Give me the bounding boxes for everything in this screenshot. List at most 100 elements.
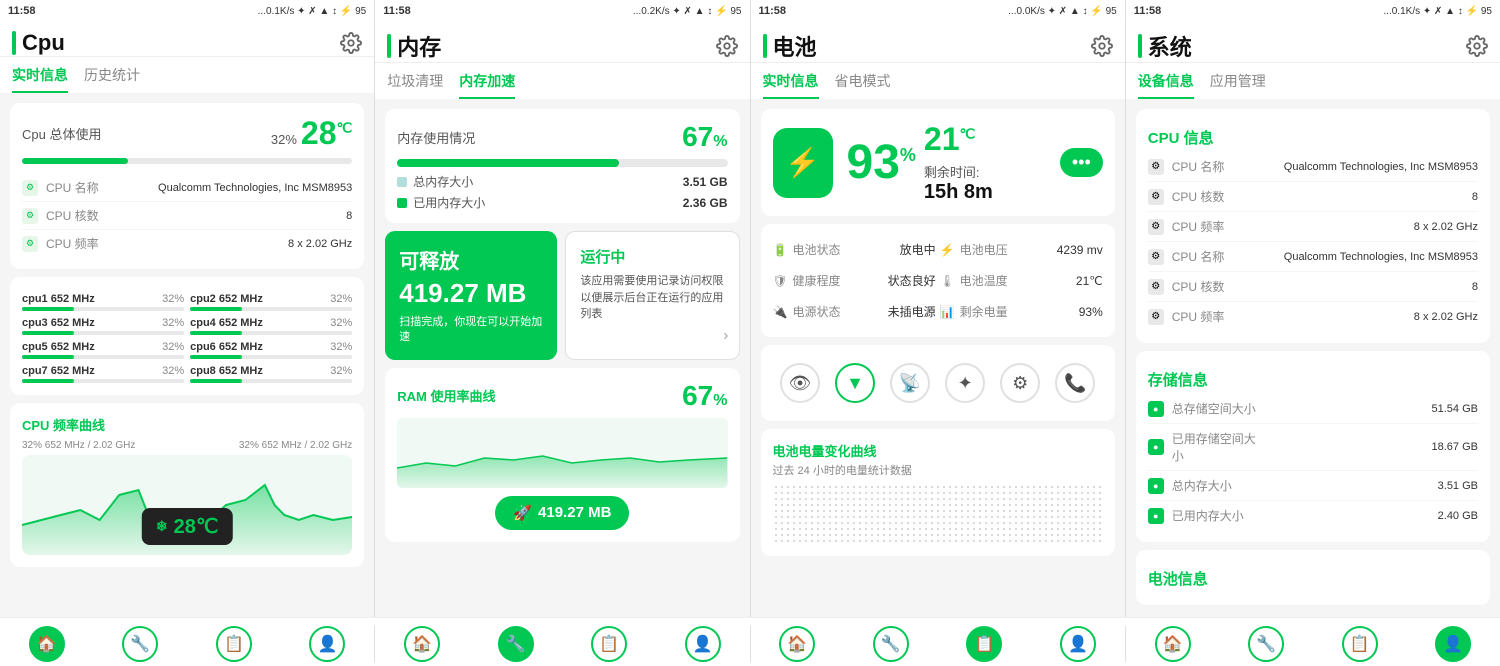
running-card[interactable]: 运行中 该应用需要使用记录访问权限以便展示后台正在运行的应用列表 › xyxy=(565,231,739,360)
mem-action-cards: 可释放 419.27 MB 扫描完成，你现在可以开始加速 运行中 该应用需要使用… xyxy=(385,231,739,360)
battery-stats-grid: 🔋 电池状态 放电中 ⚡ 电池电压 4239 mv 🛡 健康程度 状态良好 xyxy=(773,236,1103,325)
gear-icon-sys[interactable] xyxy=(1466,35,1488,57)
nav-home-mem[interactable]: 🏠 xyxy=(404,626,440,662)
toggle-wifi[interactable]: ▼ xyxy=(835,363,875,403)
bstat-state: 🔋 电池状态 放电中 xyxy=(773,236,936,263)
cpu-progress-fill xyxy=(22,158,128,164)
mem-header: 内存 xyxy=(375,22,749,63)
battery-curve-card: 电池电量变化曲线 过去 24 小时的电量统计数据 xyxy=(761,429,1115,556)
release-card[interactable]: 可释放 419.27 MB 扫描完成，你现在可以开始加速 xyxy=(385,231,557,360)
cpu-chart-title: CPU 频率曲线 xyxy=(22,415,352,434)
sys-storage-key-2: 已用存储空间大小 xyxy=(1172,430,1262,464)
bat-content: ⚡ 93% 21℃ 剩余时间: 15h 8m xyxy=(751,99,1125,617)
nav-user-bat[interactable]: 👤 xyxy=(1060,626,1096,662)
toggle-brightness[interactable]: ⚙ xyxy=(1000,363,1040,403)
temp-badge: ❄ 28℃ xyxy=(142,508,232,545)
gear-icon-bat[interactable] xyxy=(1091,35,1113,57)
bstat-state-key: 电池状态 xyxy=(793,241,841,258)
sys-tabs: 设备信息 应用管理 xyxy=(1126,63,1500,99)
tab-cpu-history[interactable]: 历史统计 xyxy=(84,57,140,93)
sys-cpu-card: CPU 信息 ⚙ CPU 名称 Qualcomm Technologies, I… xyxy=(1136,109,1490,343)
sys-cpu-key-6: CPU 频率 xyxy=(1172,308,1262,325)
nav-tool-mem[interactable]: 🔧 xyxy=(498,626,534,662)
tab-mem-clean[interactable]: 垃圾清理 xyxy=(387,63,443,99)
nav-home-cpu[interactable]: 🏠 xyxy=(29,626,65,662)
nav-user-cpu[interactable]: 👤 xyxy=(309,626,345,662)
status-icons-cpu: ...0.1K/s ✦ ✗ ▲ ↕ ⚡ 95 xyxy=(258,6,367,17)
nav-list-mem[interactable]: 📋 xyxy=(591,626,627,662)
battery-curve-title: 电池电量变化曲线 xyxy=(773,441,1103,460)
running-title: 运行中 xyxy=(580,246,724,267)
cpu-cores-grid: cpu1 652 MHz32% cpu2 652 MHz32% cpu3 652… xyxy=(22,293,352,383)
chevron-right-icon: › xyxy=(723,327,728,345)
cpu-panel: Cpu 实时信息 历史统计 Cpu 总体使用 32% 28℃ xyxy=(0,22,375,617)
tab-bat-realtime[interactable]: 实时信息 xyxy=(763,63,819,99)
system-panel: 系统 设备信息 应用管理 CPU 信息 ⚙ CPU 名称 Qualcomm Te… xyxy=(1126,22,1500,617)
sys-storage-title: 存储信息 xyxy=(1148,363,1478,394)
sys-mem-total: ● 总内存大小 3.51 GB xyxy=(1148,471,1478,501)
cpu-cores-card: cpu1 652 MHz32% cpu2 652 MHz32% cpu3 652… xyxy=(10,277,364,395)
cpu-chart-area: ❄ 28℃ xyxy=(22,455,352,555)
nav-list-sys[interactable]: 📋 xyxy=(1342,626,1378,662)
sys-title-bar xyxy=(1138,34,1142,58)
cpu-cores-key: CPU 核数 xyxy=(46,207,106,224)
bstat-power-key: 电源状态 xyxy=(793,303,841,320)
nav-tool-cpu[interactable]: 🔧 xyxy=(122,626,158,662)
tab-mem-boost[interactable]: 内存加速 xyxy=(459,63,515,99)
bstat-power: 🔌 电源状态 未插电源 xyxy=(773,298,936,325)
battery-toggles: 👁 ▼ 📡 ✦ ⚙ 📞 xyxy=(773,357,1103,409)
status-panel-bat: 11:58 ...0.0K/s ✦ ✗ ▲ ↕ ⚡ 95 xyxy=(751,0,1126,22)
bottom-nav-mem: 🏠 🔧 📋 👤 xyxy=(375,626,750,662)
sys-cpu-icon-5: ⚙ xyxy=(1148,279,1164,295)
sys-mem-val-2: 2.40 GB xyxy=(1438,510,1478,522)
nav-user-mem[interactable]: 👤 xyxy=(685,626,721,662)
nav-home-bat[interactable]: 🏠 xyxy=(779,626,815,662)
sys-storage-icon-3: ● xyxy=(1148,478,1164,494)
bat-title: 电池 xyxy=(763,30,817,62)
sys-cpu-val-5: 8 xyxy=(1472,281,1478,293)
nav-home-sys[interactable]: 🏠 xyxy=(1155,626,1191,662)
battery-main-layout: ⚡ 93% 21℃ 剩余时间: 15h 8m xyxy=(773,121,1103,204)
sys-cpu-key-4: CPU 名称 xyxy=(1172,248,1262,265)
nav-list-cpu[interactable]: 📋 xyxy=(216,626,252,662)
ram-curve-card: RAM 使用率曲线 67% xyxy=(385,368,739,542)
sys-storage-card: 存储信息 ● 总存储空间大小 51.54 GB ● 已用存储空间大小 18.67… xyxy=(1136,351,1490,542)
nav-user-sys[interactable]: 👤 xyxy=(1435,626,1471,662)
status-bar: 11:58 ...0.1K/s ✦ ✗ ▲ ↕ ⚡ 95 11:58 ...0.… xyxy=(0,0,1500,22)
tab-bat-save[interactable]: 省电模式 xyxy=(835,63,891,99)
toggle-eye[interactable]: 👁 xyxy=(780,363,820,403)
ram-badge-val: 419.27 MB xyxy=(538,504,611,521)
bstat-temp-val: 21℃ xyxy=(1076,274,1103,288)
cpu-tabs: 实时信息 历史统计 xyxy=(0,57,374,93)
sys-cpu-icon-4: ⚙ xyxy=(1148,249,1164,265)
sys-cpu-cores-2: ⚙ CPU 核数 8 xyxy=(1148,272,1478,302)
toggle-data[interactable]: 📡 xyxy=(890,363,930,403)
title-bar xyxy=(12,31,16,55)
toggle-bluetooth[interactable]: ✦ xyxy=(945,363,985,403)
gear-icon-mem[interactable] xyxy=(716,35,738,57)
bottom-nav-cpu: 🏠 🔧 📋 👤 xyxy=(0,626,375,662)
more-button[interactable]: ••• xyxy=(1060,148,1103,177)
mem-usage-label: 内存使用情况 xyxy=(397,128,475,147)
battery-icon: ⚡ xyxy=(773,128,833,198)
status-icons-bat: ...0.0K/s ✦ ✗ ▲ ↕ ⚡ 95 xyxy=(1008,6,1117,17)
tab-cpu-realtime[interactable]: 实时信息 xyxy=(12,57,68,93)
toggle-call[interactable]: 📞 xyxy=(1055,363,1095,403)
battery-stats-card: 🔋 电池状态 放电中 ⚡ 电池电压 4239 mv 🛡 健康程度 状态良好 xyxy=(761,224,1115,337)
gear-icon[interactable] xyxy=(340,32,362,54)
mem-progress xyxy=(397,159,727,167)
sys-storage-icon-4: ● xyxy=(1148,508,1164,524)
sys-cpu-val-6: 8 x 2.02 GHz xyxy=(1414,311,1478,323)
tab-sys-device[interactable]: 设备信息 xyxy=(1138,63,1194,99)
bstat-remaining-val: 93% xyxy=(1079,305,1103,319)
nav-tool-sys[interactable]: 🔧 xyxy=(1248,626,1284,662)
core-1: cpu1 652 MHz32% xyxy=(22,293,184,311)
nav-list-bat[interactable]: 📋 xyxy=(966,626,1002,662)
tab-sys-apps[interactable]: 应用管理 xyxy=(1210,63,1266,99)
nav-tool-bat[interactable]: 🔧 xyxy=(873,626,909,662)
mem-tabs: 垃圾清理 内存加速 xyxy=(375,63,749,99)
ram-badge[interactable]: 🚀 419.27 MB xyxy=(495,496,629,530)
sys-cpu-key-1: CPU 名称 xyxy=(1172,158,1262,175)
sys-cpu-val-3: 8 x 2.02 GHz xyxy=(1414,221,1478,233)
mem-total-label: 总内存大小 xyxy=(413,173,473,190)
